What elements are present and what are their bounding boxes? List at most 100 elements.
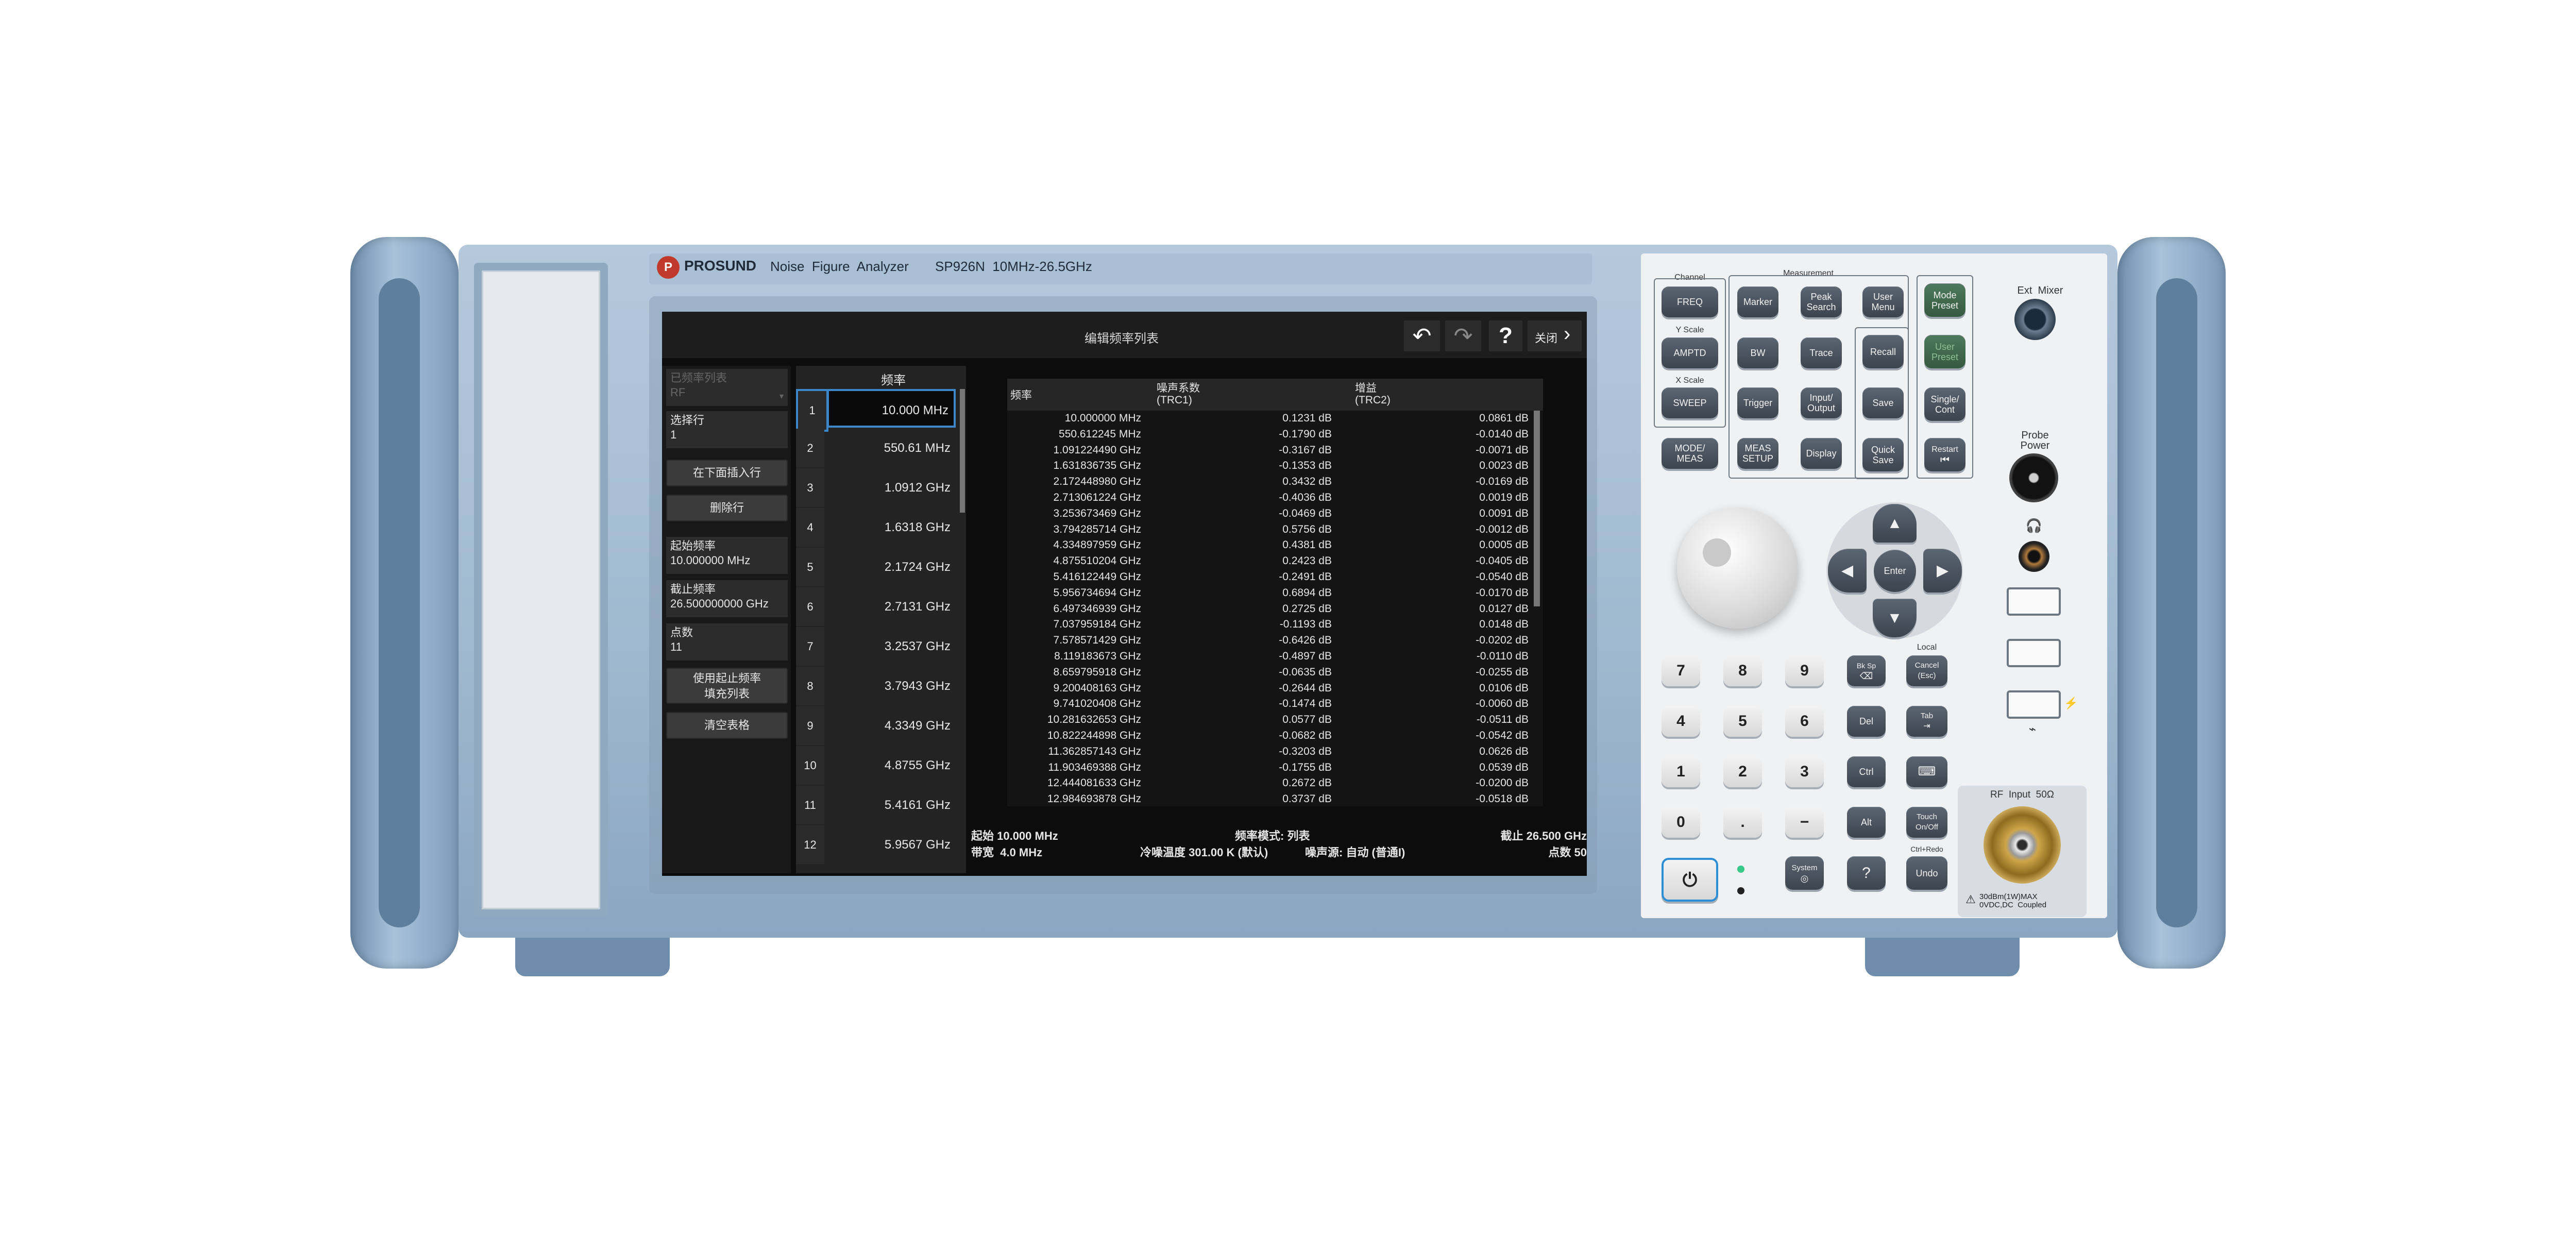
rf-input-connector[interactable]	[1984, 806, 2061, 884]
results-row[interactable]: 12.444081633 GHz 0.2672 dB -0.0200 dB	[1007, 775, 1533, 791]
amptd-key[interactable]: AMPTD	[1662, 337, 1718, 368]
key-6[interactable]: 6	[1785, 706, 1824, 737]
select-row-field[interactable]: 选择行 1	[666, 411, 788, 448]
undo-key[interactable]: Undo	[1906, 856, 1947, 890]
recall-key[interactable]: Recall	[1862, 335, 1904, 368]
alt-key[interactable]: Alt	[1847, 807, 1886, 838]
bw-key[interactable]: BW	[1737, 337, 1778, 368]
arrow-left-key[interactable]: ◀	[1828, 549, 1867, 592]
single-cont-key[interactable]: Single/ Cont	[1924, 387, 1965, 421]
key-5[interactable]: 5	[1723, 706, 1762, 737]
freq-list-row[interactable]: 2 550.61 MHz	[796, 429, 961, 467]
freq-list-scrollbar[interactable]	[960, 389, 965, 513]
sweep-key[interactable]: SWEEP	[1662, 387, 1718, 418]
results-row[interactable]: 5.416122449 GHz -0.2491 dB -0.0540 dB	[1007, 569, 1533, 585]
freq-list-row[interactable]: 8 3.7943 GHz	[796, 667, 961, 705]
restart-key[interactable]: Restart ⏮	[1924, 438, 1965, 471]
system-key[interactable]: System ◎	[1785, 856, 1824, 890]
clear-table-button[interactable]: 清空表格	[666, 712, 788, 739]
help-icon[interactable]: ?	[1489, 320, 1522, 351]
user-menu-key[interactable]: User Menu	[1862, 286, 1904, 317]
touch-key[interactable]: Touch On/Off	[1906, 807, 1947, 838]
mode-preset-key[interactable]: Mode Preset	[1924, 283, 1965, 317]
enter-key[interactable]: Enter	[1874, 550, 1916, 592]
key-minus[interactable]: −	[1785, 807, 1824, 838]
freq-list-row[interactable]: 12 5.9567 GHz	[796, 825, 961, 864]
freq-list-row[interactable]: 4 1.6318 GHz	[796, 508, 961, 547]
results-row[interactable]: 5.956734694 GHz 0.6894 dB -0.0170 dB	[1007, 585, 1533, 601]
arrow-down-key[interactable]: ▼	[1873, 599, 1917, 637]
ctrl-key[interactable]: Ctrl	[1847, 756, 1886, 787]
input-output-key[interactable]: Input/ Output	[1801, 387, 1842, 418]
points-field[interactable]: 点数 11	[666, 623, 788, 661]
key-3[interactable]: 3	[1785, 756, 1824, 787]
mode-meas-key[interactable]: MODE/ MEAS	[1662, 438, 1718, 469]
results-row[interactable]: 1.631836735 GHz -0.1353 dB 0.0023 dB	[1007, 458, 1533, 474]
rotary-knob[interactable]	[1677, 507, 1798, 629]
key-7[interactable]: 7	[1662, 655, 1700, 686]
help-key[interactable]: ?	[1847, 856, 1886, 890]
key-0[interactable]: 0	[1662, 807, 1700, 838]
user-preset-key[interactable]: User Preset	[1924, 335, 1965, 368]
results-row[interactable]: 1.091224490 GHz -0.3167 dB -0.0071 dB	[1007, 443, 1533, 459]
del-key[interactable]: Del	[1847, 706, 1886, 737]
start-freq-field[interactable]: 起始频率 10.000000 MHz	[666, 537, 788, 574]
results-row[interactable]: 9.200408163 GHz -0.2644 dB 0.0106 dB	[1007, 681, 1533, 697]
results-row[interactable]: 4.875510204 GHz 0.2423 dB -0.0405 dB	[1007, 553, 1533, 569]
usb-port-1[interactable]	[2007, 587, 2061, 616]
ext-mixer-connector[interactable]	[2014, 299, 2056, 340]
fill-list-button[interactable]: 使用起止频率 填充列表	[666, 668, 788, 704]
results-row[interactable]: 12.984693878 GHz 0.3737 dB -0.0518 dB	[1007, 791, 1533, 807]
results-row[interactable]: 3.253673469 GHz -0.0469 dB 0.0091 dB	[1007, 506, 1533, 522]
freq-list-row[interactable]: 7 3.2537 GHz	[796, 627, 961, 666]
undo-icon[interactable]: ↶	[1404, 320, 1440, 351]
freq-list-row[interactable]: 10 4.8755 GHz	[796, 746, 961, 785]
usb-port-2[interactable]	[2007, 639, 2061, 667]
freq-list-row[interactable]: 9 4.3349 GHz	[796, 706, 961, 745]
results-row[interactable]: 550.612245 MHz -0.1790 dB -0.0140 dB	[1007, 427, 1533, 443]
results-row[interactable]: 11.903469388 GHz -0.1755 dB 0.0539 dB	[1007, 760, 1533, 776]
results-row[interactable]: 2.713061224 GHz -0.4036 dB 0.0019 dB	[1007, 490, 1533, 506]
results-row[interactable]: 10.281632653 GHz 0.0577 dB -0.0511 dB	[1007, 712, 1533, 728]
tab-key[interactable]: Tab ⇥	[1906, 706, 1947, 737]
results-row[interactable]: 9.741020408 GHz -0.1474 dB -0.0060 dB	[1007, 696, 1533, 712]
probe-power-connector[interactable]	[2009, 453, 2058, 502]
cancel-key[interactable]: Cancel (Esc)	[1906, 655, 1947, 686]
trace-key[interactable]: Trace	[1801, 337, 1842, 368]
keyboard-key[interactable]: ⌨	[1906, 756, 1947, 787]
freq-list-row[interactable]: 3 1.0912 GHz	[796, 468, 961, 507]
close-button[interactable]: 关闭 ›	[1528, 320, 1582, 351]
key-dot[interactable]: .	[1723, 807, 1762, 838]
results-row[interactable]: 11.362857143 GHz -0.3203 dB 0.0626 dB	[1007, 744, 1533, 760]
meas-setup-key[interactable]: MEAS SETUP	[1737, 438, 1778, 469]
key-1[interactable]: 1	[1662, 756, 1700, 787]
freq-list-row[interactable]: 1 10.000 MHz	[796, 389, 961, 432]
arrow-up-key[interactable]: ▲	[1873, 504, 1917, 543]
results-row[interactable]: 7.037959184 GHz -0.1193 dB 0.0148 dB	[1007, 617, 1533, 633]
results-row[interactable]: 10.822244898 GHz -0.0682 dB -0.0542 dB	[1007, 728, 1533, 744]
key-8[interactable]: 8	[1723, 655, 1762, 686]
freq-list-row[interactable]: 5 2.1724 GHz	[796, 548, 961, 586]
redo-icon[interactable]: ↷	[1445, 320, 1481, 351]
delete-row-button[interactable]: 删除行	[666, 495, 788, 521]
backspace-key[interactable]: Bk Sp ⌫	[1847, 655, 1886, 686]
trigger-key[interactable]: Trigger	[1737, 387, 1778, 418]
peak-search-key[interactable]: Peak Search	[1801, 286, 1842, 317]
results-row[interactable]: 8.659795918 GHz -0.0635 dB -0.0255 dB	[1007, 665, 1533, 681]
key-4[interactable]: 4	[1662, 706, 1700, 737]
results-row[interactable]: 4.334897959 GHz 0.4381 dB 0.0005 dB	[1007, 537, 1533, 553]
results-row[interactable]: 2.172448980 GHz 0.3432 dB -0.0169 dB	[1007, 474, 1533, 490]
stop-freq-field[interactable]: 截止频率 26.500000000 GHz	[666, 580, 788, 617]
results-row[interactable]: 8.119183673 GHz -0.4897 dB -0.0110 dB	[1007, 649, 1533, 665]
freq-key[interactable]: FREQ	[1662, 286, 1718, 317]
key-2[interactable]: 2	[1723, 756, 1762, 787]
insert-below-button[interactable]: 在下面插入行	[666, 460, 788, 486]
results-scrollbar[interactable]	[1534, 411, 1540, 606]
usb-port-3[interactable]	[2007, 690, 2061, 719]
save-key[interactable]: Save	[1862, 387, 1904, 418]
results-row[interactable]: 7.578571429 GHz -0.6426 dB -0.0202 dB	[1007, 633, 1533, 649]
list-selector[interactable]: 已频率列表 RF ▾	[666, 369, 788, 406]
headphone-jack[interactable]	[2019, 541, 2049, 572]
freq-list-row[interactable]: 6 2.7131 GHz	[796, 587, 961, 626]
arrow-right-key[interactable]: ▶	[1923, 549, 1962, 592]
